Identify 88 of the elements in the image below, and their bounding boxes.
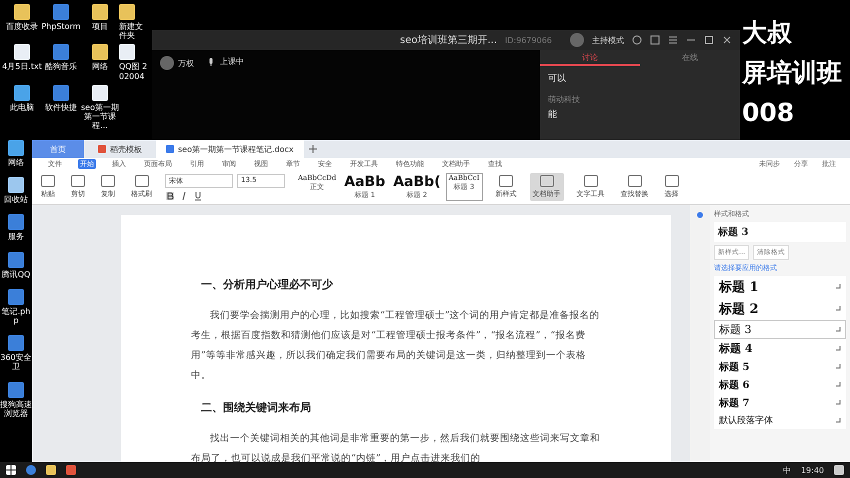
file-icon — [119, 44, 135, 60]
folder-icon — [92, 44, 108, 60]
meeting-id: ID:9679066 — [505, 36, 552, 44]
return-icon — [835, 364, 841, 370]
computer-icon — [14, 84, 30, 101]
desktop-icon-label[interactable]: 百度收录 — [6, 22, 38, 32]
host-name: 万权 — [178, 58, 194, 68]
return-icon — [835, 326, 841, 332]
banner-text: 屏培训班 — [742, 57, 842, 89]
document-heading: 二、围绕关键词来布局 — [200, 400, 312, 415]
folder-icon — [92, 4, 108, 20]
mode-label: 主持模式 — [592, 34, 624, 46]
message-text: 可以 — [548, 72, 567, 85]
desktop-icon-label[interactable]: 4月5日.txt — [2, 62, 42, 72]
document-icon — [166, 145, 174, 153]
notification-icon[interactable] — [834, 465, 844, 475]
desktop-icon-label[interactable]: 网络 — [8, 158, 24, 168]
maximize-icon[interactable] — [704, 35, 714, 45]
folder-icon — [119, 4, 135, 20]
banner-text: 大叔 — [742, 17, 793, 49]
desktop-icon-label[interactable]: 软件快捷 — [45, 102, 77, 112]
desktop-icon-label[interactable]: 项目 — [92, 22, 108, 32]
document-tab[interactable]: seo第一期第一节课程笔记.docx — [156, 140, 304, 158]
desktop-icon-label[interactable]: PhpStorm — [41, 22, 81, 32]
avatar — [570, 33, 584, 47]
desktop-icon-label[interactable]: 新建文件夹 — [119, 22, 149, 40]
app-icon — [8, 382, 24, 398]
chat-tab[interactable]: 讨论 — [540, 50, 640, 66]
style-list-item[interactable]: 标题 3 — [714, 320, 846, 339]
document-heading: 一、分析用户心理必不可少 — [200, 277, 334, 292]
desktop-icon-label[interactable]: QQ图 202004 — [119, 62, 149, 81]
desktop-icon-label[interactable]: 网络 — [92, 62, 108, 72]
start-icon[interactable] — [6, 465, 16, 475]
banner-text: 008 — [742, 97, 796, 129]
window-title: seo培训班第三期开... — [400, 34, 498, 47]
app-icon — [98, 145, 106, 153]
app-icon[interactable] — [66, 465, 76, 475]
app-icon — [8, 252, 24, 268]
add-tab-icon[interactable] — [308, 144, 318, 154]
ime-indicator[interactable]: 中 — [782, 464, 791, 476]
style-list-item[interactable]: 默认段落字体 — [714, 412, 846, 429]
current-style-select[interactable]: 标题 3 — [714, 222, 846, 242]
return-icon — [835, 284, 841, 290]
desktop-icon-label[interactable]: 酷狗音乐 — [45, 62, 77, 72]
clock: 19:40 — [800, 466, 824, 474]
app-icon — [53, 84, 69, 101]
app-icon — [8, 214, 24, 230]
style-list-item[interactable]: 标题 7 — [714, 394, 846, 412]
settings-icon[interactable] — [632, 35, 642, 45]
app-icon[interactable] — [26, 465, 36, 475]
return-icon — [835, 306, 841, 312]
app-icon — [53, 44, 69, 60]
style-list-item[interactable]: 标题 2 — [714, 298, 846, 320]
desktop-icon-label[interactable]: 此电脑 — [10, 102, 34, 112]
style-list-item[interactable]: 标题 4 — [714, 339, 846, 358]
underline-icon[interactable] — [193, 190, 203, 200]
desktop-icon-label[interactable]: 360安全卫 — [0, 353, 32, 372]
desktop-icon-label[interactable]: 搜狗高速浏览器 — [0, 400, 32, 418]
desktop-icon-label[interactable]: seo第一期第一节课程... — [80, 102, 120, 130]
document-paragraph: 我们要学会揣测用户的心理，比如搜索“工程管理硕士”这个词的用户肯定都是准备报名的考生，根据百度指数和猜测他们应该是对“工程管理硕士报考条件”，“报名流程”，“报名费用”等等非常感兴趣，所以我们确定我们需要布局的关键词是这一类，归纳整理到一个表格中。 — [191, 309, 601, 383]
folder-icon[interactable] — [46, 465, 56, 475]
return-icon — [835, 418, 841, 424]
app-icon — [8, 288, 24, 305]
class-status: 上课中 — [220, 56, 244, 67]
desktop-icon-label[interactable]: 服务 — [8, 232, 24, 242]
desktop-icon-label[interactable]: 腾讯QQ — [2, 270, 30, 279]
file-icon — [92, 84, 108, 101]
return-icon — [835, 382, 841, 388]
message-author: 萌动科技 — [548, 94, 581, 105]
app-icon — [53, 4, 69, 20]
file-icon — [14, 44, 30, 60]
recycle-icon — [8, 177, 24, 194]
computer-icon — [8, 140, 24, 156]
app-icon — [8, 335, 24, 352]
desktop-icon-label[interactable]: 笔记.php — [0, 306, 32, 326]
folder-icon — [14, 4, 30, 20]
style-list-item[interactable]: 标题 1 — [714, 276, 846, 298]
close-icon[interactable] — [722, 35, 732, 45]
return-icon — [835, 400, 841, 406]
style-list-item[interactable]: 标题 6 — [714, 376, 846, 394]
menu-icon[interactable] — [668, 35, 678, 45]
style-list-item[interactable]: 标题 5 — [714, 358, 846, 376]
message-text: 能 — [548, 108, 558, 121]
desktop-icon-label[interactable]: 回收站 — [4, 195, 28, 204]
avatar — [160, 56, 174, 70]
chat-tab[interactable]: 在线 — [640, 50, 740, 66]
return-icon — [835, 346, 841, 352]
bold-icon[interactable] — [165, 190, 175, 200]
